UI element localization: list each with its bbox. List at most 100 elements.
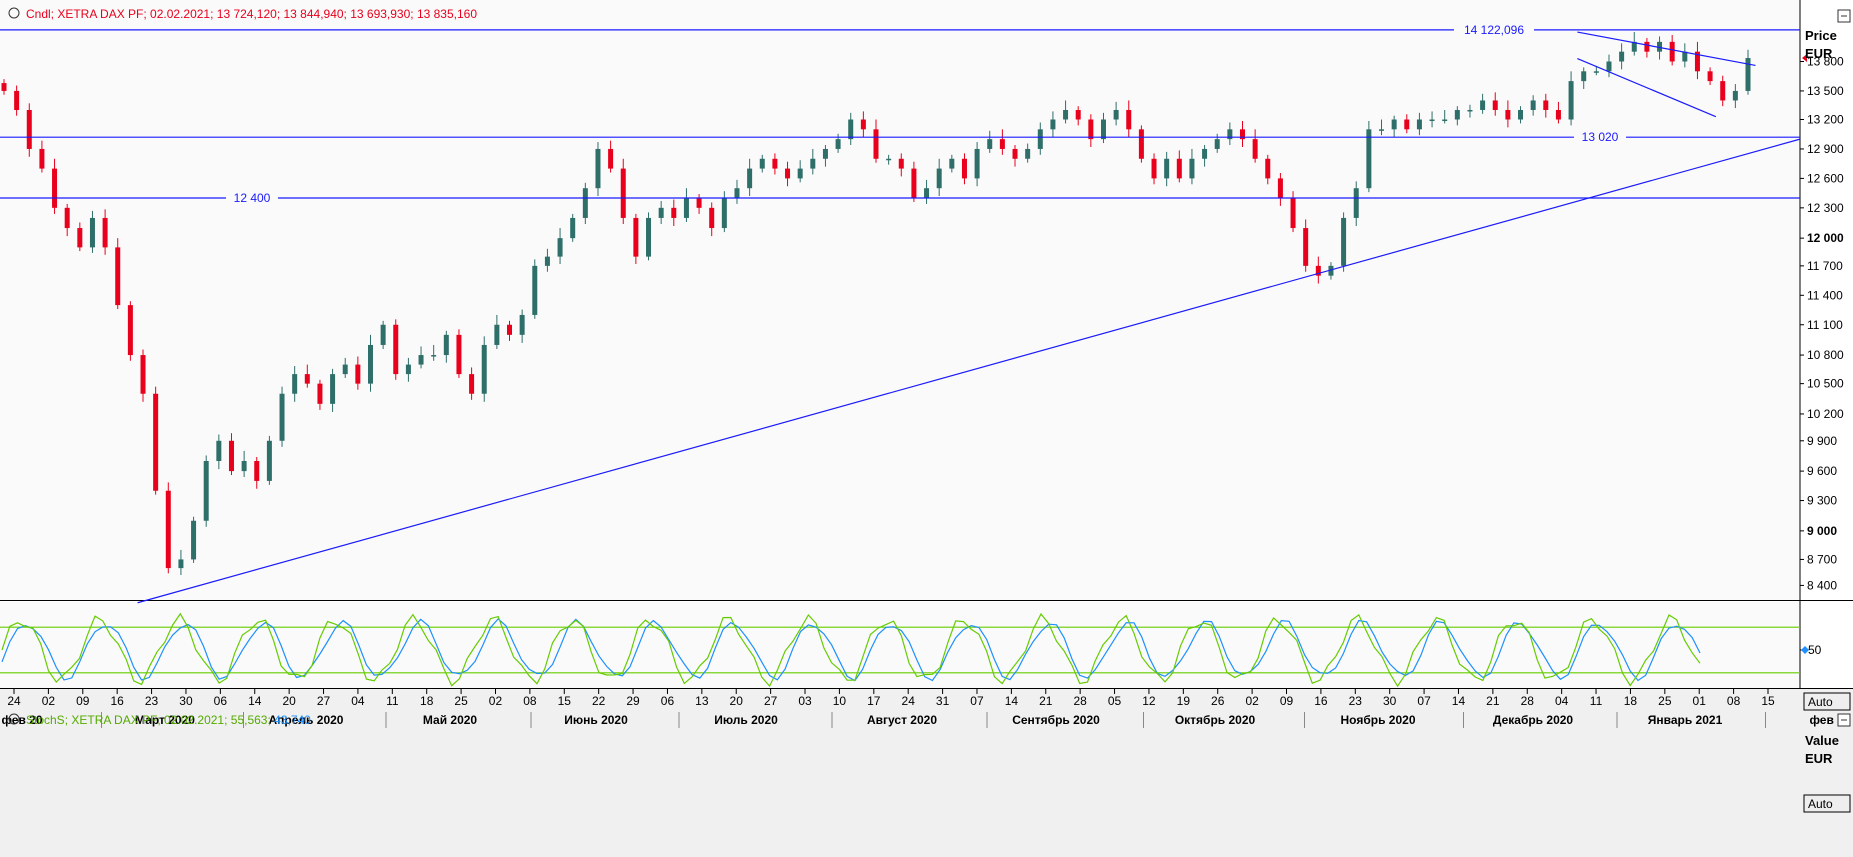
candle-body[interactable] xyxy=(39,148,45,169)
candle-body[interactable] xyxy=(1707,71,1713,82)
candle-body[interactable] xyxy=(1404,119,1410,130)
candle-body[interactable] xyxy=(14,90,20,110)
candle-body[interactable] xyxy=(633,217,639,257)
candle-body[interactable] xyxy=(1391,119,1397,130)
candle-body[interactable] xyxy=(709,207,715,229)
candle-body[interactable] xyxy=(886,158,892,161)
candle-body[interactable] xyxy=(1543,100,1549,110)
candle-body[interactable] xyxy=(1100,119,1106,140)
candle-body[interactable] xyxy=(911,168,917,199)
candle-body[interactable] xyxy=(1138,129,1144,159)
candle-body[interactable] xyxy=(1113,109,1119,120)
candle-body[interactable] xyxy=(658,207,664,218)
candle-body[interactable] xyxy=(115,247,121,306)
candle-body[interactable] xyxy=(1088,119,1094,140)
candle-body[interactable] xyxy=(77,228,83,248)
candle-body[interactable] xyxy=(1555,109,1561,120)
candle-body[interactable] xyxy=(279,393,285,441)
candle-body[interactable] xyxy=(1050,119,1056,130)
candle-body[interactable] xyxy=(1012,148,1018,159)
candle-body[interactable] xyxy=(822,148,828,159)
candle-body[interactable] xyxy=(683,198,689,218)
candle-body[interactable] xyxy=(595,148,601,189)
candle-body[interactable] xyxy=(1063,109,1069,120)
candle-body[interactable] xyxy=(1202,148,1208,159)
candle-body[interactable] xyxy=(216,440,222,462)
candle-body[interactable] xyxy=(734,188,740,199)
candle-body[interactable] xyxy=(608,148,614,169)
candle-body[interactable] xyxy=(1265,158,1271,179)
candle-body[interactable] xyxy=(696,198,702,208)
candle-body[interactable] xyxy=(873,129,879,159)
candle-body[interactable] xyxy=(1606,61,1612,72)
candle-body[interactable] xyxy=(747,168,753,189)
candle-body[interactable] xyxy=(178,559,184,569)
candle-body[interactable] xyxy=(431,355,437,357)
candle-body[interactable] xyxy=(1593,71,1599,73)
candle-body[interactable] xyxy=(961,158,967,179)
candle-body[interactable] xyxy=(570,217,576,239)
candle-body[interactable] xyxy=(418,355,424,365)
candle-body[interactable] xyxy=(456,334,462,375)
candle-body[interactable] xyxy=(1151,158,1157,179)
candle-body[interactable] xyxy=(1619,51,1625,62)
candle-body[interactable] xyxy=(203,461,209,521)
candle-body[interactable] xyxy=(860,119,866,130)
candle-body[interactable] xyxy=(1290,198,1296,229)
candle-body[interactable] xyxy=(254,461,260,481)
candle-body[interactable] xyxy=(721,198,727,229)
candle-body[interactable] xyxy=(380,324,386,345)
candle-body[interactable] xyxy=(355,364,361,384)
candle-body[interactable] xyxy=(393,324,399,375)
candle-body[interactable] xyxy=(191,520,197,560)
candle-body[interactable] xyxy=(1429,119,1435,122)
candle-body[interactable] xyxy=(532,265,538,315)
candle-body[interactable] xyxy=(1732,90,1738,101)
candle-body[interactable] xyxy=(228,440,234,472)
candle-body[interactable] xyxy=(544,256,550,266)
candle-body[interactable] xyxy=(165,490,171,569)
candle-body[interactable] xyxy=(759,158,765,169)
candle-body[interactable] xyxy=(582,188,588,218)
candle-body[interactable] xyxy=(1214,139,1220,149)
candle-body[interactable] xyxy=(1277,178,1283,199)
candle-body[interactable] xyxy=(671,207,677,218)
candle-body[interactable] xyxy=(1480,100,1486,110)
candle-body[interactable] xyxy=(405,364,411,375)
candle-body[interactable] xyxy=(1442,119,1448,122)
candle-body[interactable] xyxy=(1530,100,1536,110)
candle-body[interactable] xyxy=(974,148,980,179)
candle-body[interactable] xyxy=(785,168,791,179)
candle-body[interactable] xyxy=(1518,109,1524,120)
candle-body[interactable] xyxy=(1252,139,1258,159)
candle-body[interactable] xyxy=(1416,119,1422,130)
candle-body[interactable] xyxy=(1341,217,1347,266)
candle-body[interactable] xyxy=(292,374,298,394)
candle-body[interactable] xyxy=(1720,81,1726,101)
candle-body[interactable] xyxy=(481,344,487,394)
candle-body[interactable] xyxy=(1037,129,1043,149)
candle-body[interactable] xyxy=(1745,58,1751,91)
candle-body[interactable] xyxy=(304,374,310,384)
candle-body[interactable] xyxy=(810,158,816,169)
candle-body[interactable] xyxy=(1303,228,1309,266)
candle-body[interactable] xyxy=(949,158,955,169)
candle-body[interactable] xyxy=(772,158,778,169)
candle-body[interactable] xyxy=(936,168,942,189)
candle-body[interactable] xyxy=(1568,81,1574,120)
price-plot-area[interactable] xyxy=(0,0,1800,600)
candle-body[interactable] xyxy=(1581,71,1587,82)
candle-body[interactable] xyxy=(1669,41,1675,62)
candle-body[interactable] xyxy=(443,334,449,356)
candle-body[interactable] xyxy=(1176,158,1182,179)
candle-body[interactable] xyxy=(64,207,70,229)
candle-body[interactable] xyxy=(519,314,525,335)
candle-body[interactable] xyxy=(367,344,373,384)
candle-body[interactable] xyxy=(646,217,652,257)
candle-body[interactable] xyxy=(1025,148,1031,159)
candle-body[interactable] xyxy=(924,188,930,199)
candle-body[interactable] xyxy=(1454,109,1460,120)
candle-body[interactable] xyxy=(507,324,513,335)
candle-body[interactable] xyxy=(140,355,146,394)
candle-body[interactable] xyxy=(26,109,32,149)
